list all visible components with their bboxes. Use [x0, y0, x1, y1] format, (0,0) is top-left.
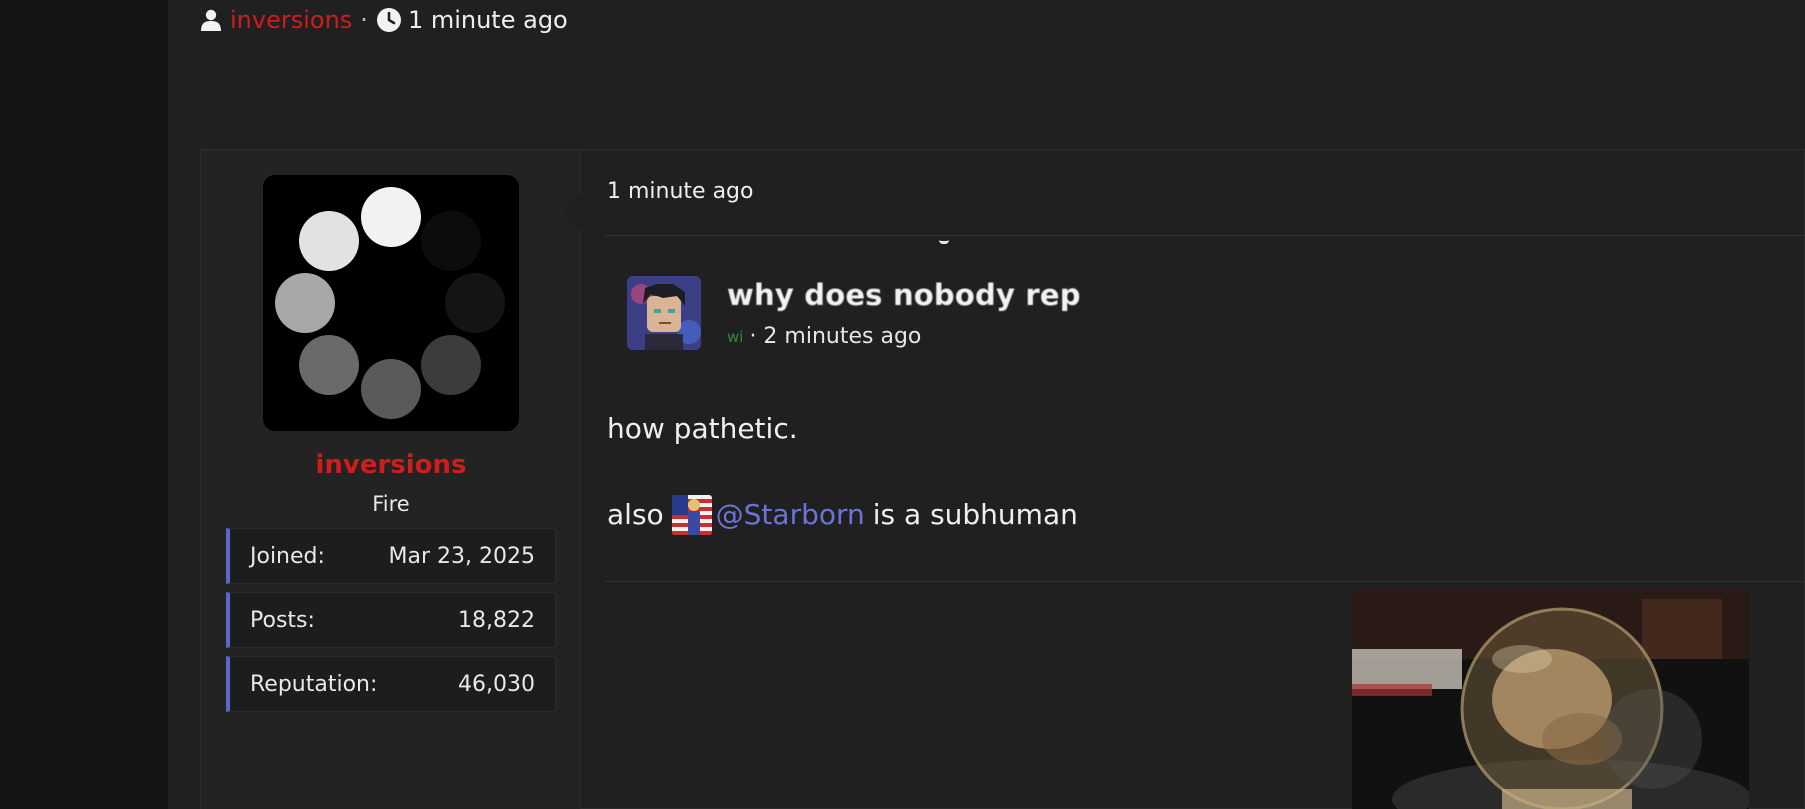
thread-time: 1 minute ago [407, 6, 568, 34]
stat-value: Mar 23, 2025 [388, 543, 535, 569]
left-gutter [0, 0, 168, 809]
stat-joined: Joined: Mar 23, 2025 [226, 528, 556, 584]
user-icon [198, 7, 224, 33]
divider [605, 235, 1805, 236]
post-text-line: also @Starborn is a subhuman [607, 495, 1078, 535]
post-user-panel: inversions Fire Joined: Mar 23, 2025 Pos… [201, 150, 581, 809]
avatar[interactable] [263, 175, 519, 431]
user-stats: Joined: Mar 23, 2025 Posts: 18,822 Reput… [226, 528, 556, 720]
quote-title[interactable]: why does nobody rep [727, 278, 1081, 312]
post-text-line: how pathetic. [607, 412, 798, 445]
stat-posts: Posts: 18,822 [226, 592, 556, 648]
stat-reputation: Reputation: 46,030 [226, 656, 556, 712]
user-title: Fire [372, 492, 410, 516]
thread-meta: inversions · 1 minute ago [198, 4, 568, 36]
quote-meta: wi · 2 minutes ago [727, 324, 921, 349]
post-username[interactable]: inversions [201, 450, 581, 480]
post-body: 1 minute ago why does nobody rep wi · 2 … [581, 150, 1805, 809]
post: inversions Fire Joined: Mar 23, 2025 Pos… [200, 149, 1805, 809]
embedded-thread-card[interactable]: why does nobody rep wi · 2 minutes ago [605, 238, 1165, 368]
text-fragment: also [607, 498, 664, 531]
post-time[interactable]: 1 minute ago [607, 179, 753, 204]
mention-link[interactable]: @Starborn [716, 495, 865, 535]
stat-label: Posts: [250, 607, 315, 633]
flag-emoji-icon [671, 495, 712, 535]
cropped-glyph [939, 238, 949, 244]
text-fragment: is a subhuman [872, 498, 1078, 531]
meta-separator: · [360, 6, 368, 34]
divider [605, 581, 1805, 582]
stat-label: Joined: [250, 543, 325, 569]
quote-time: · 2 minutes ago [749, 324, 922, 349]
stat-label: Reputation: [250, 671, 378, 697]
quote-author[interactable]: wi [727, 328, 743, 346]
clock-icon [376, 7, 402, 33]
stat-value: 46,030 [458, 671, 535, 697]
main-content: inversions · 1 minute ago inversions Fir… [168, 0, 1805, 809]
post-arrow [562, 192, 582, 232]
stat-value: 18,822 [458, 607, 535, 633]
signature-image [1352, 589, 1749, 809]
quote-avatar [627, 276, 701, 350]
thread-author-link[interactable]: inversions [230, 6, 352, 34]
